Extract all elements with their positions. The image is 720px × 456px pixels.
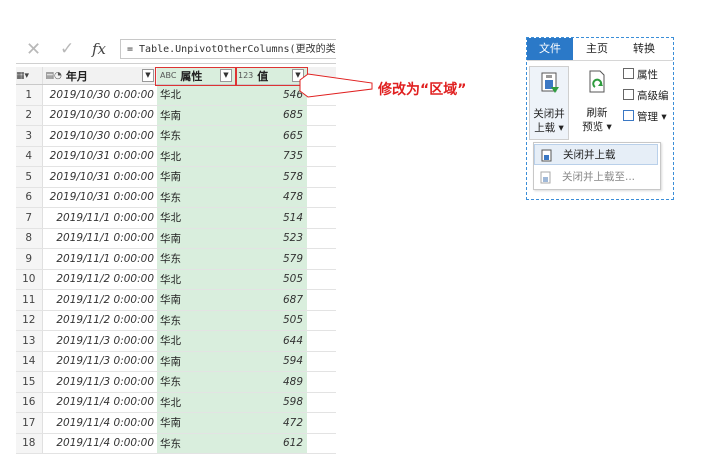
ribbon-tabs: 文件 主页 转换 [527, 38, 673, 62]
properties-label: 属性 [637, 69, 658, 81]
tab-home[interactable]: 主页 [577, 38, 617, 62]
tab-transform[interactable]: 转换 [621, 38, 667, 60]
tab-divider [527, 60, 673, 61]
refresh-label-1: 刷新 [586, 107, 608, 119]
refresh-label-2: 预览 ▾ [582, 121, 612, 133]
menu-item-close-load-to-label: 关闭并上载至... [562, 171, 636, 183]
close-load-label-1: 关闭并 [533, 108, 565, 120]
properties-icon [623, 68, 634, 79]
annotation-text: 修改为“区域” [378, 82, 467, 98]
properties-button[interactable]: 属性 [623, 68, 658, 83]
ribbon-panel: 文件 主页 转换 关闭并 上载 ▾ 刷新 预览 ▾ 属性 高级编 管理 ▾ 关闭… [526, 37, 674, 200]
menu-item-close-load[interactable]: 关闭并上载 [534, 144, 658, 165]
refresh-preview-button[interactable]: 刷新 预览 ▾ [579, 66, 615, 138]
manage-icon [623, 110, 634, 121]
close-load-menu-icon [541, 149, 552, 162]
advanced-editor-icon [623, 89, 634, 100]
advanced-editor-button[interactable]: 高级编 [623, 89, 669, 104]
manage-button[interactable]: 管理 ▾ [623, 110, 667, 125]
close-load-label-2: 上载 ▾ [534, 122, 564, 134]
menu-item-close-load-to[interactable]: 关闭并上载至... [534, 167, 658, 188]
close-load-icon [541, 72, 559, 93]
refresh-icon [589, 70, 605, 93]
advanced-editor-label: 高级编 [637, 90, 669, 102]
tab-file[interactable]: 文件 [527, 38, 573, 60]
menu-item-close-load-label: 关闭并上载 [563, 149, 616, 161]
close-load-dropdown-menu: 关闭并上载 关闭并上载至... [533, 142, 661, 190]
close-load-to-menu-icon [540, 171, 551, 184]
manage-label: 管理 ▾ [637, 111, 667, 123]
close-and-load-button[interactable]: 关闭并 上载 ▾ [529, 66, 569, 140]
